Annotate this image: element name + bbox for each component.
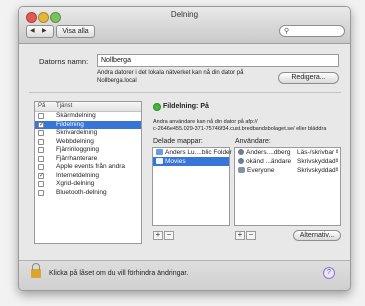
user-row[interactable]: Anders....dberg Läs-/skrivbar ⇕ bbox=[235, 148, 340, 157]
updown-arrows-icon[interactable]: ⇕ bbox=[335, 166, 339, 175]
service-name: Xgrid-delning bbox=[56, 180, 95, 187]
user-icon bbox=[238, 149, 244, 156]
service-row[interactable]: Bluetooth-delning bbox=[35, 189, 141, 198]
folder-icon bbox=[156, 158, 163, 165]
service-row[interactable]: Skrivardelning bbox=[35, 129, 141, 138]
lock-icon[interactable] bbox=[31, 263, 41, 278]
help-icon[interactable]: ? bbox=[323, 267, 335, 279]
service-row[interactable]: Skärmdelning bbox=[35, 112, 141, 121]
shared-folders-list[interactable]: Anders Lu....blic Folder Movies bbox=[152, 147, 232, 226]
service-checkbox[interactable] bbox=[38, 155, 44, 162]
service-row[interactable]: Fjärrhanterare bbox=[35, 155, 141, 164]
service-checkbox[interactable]: ✓ bbox=[38, 121, 44, 128]
service-name: Bluetooth-delning bbox=[56, 188, 107, 196]
footer-bar: Klicka på låset om du vill förhindra änd… bbox=[19, 260, 350, 290]
edit-button[interactable]: Redigera... bbox=[278, 72, 339, 84]
shared-folders-label: Delade mappar: bbox=[153, 138, 203, 145]
users-label: Användare: bbox=[235, 138, 271, 145]
service-checkbox[interactable] bbox=[38, 113, 44, 119]
service-name: Skärmdelning bbox=[56, 112, 96, 119]
column-on[interactable]: På bbox=[38, 102, 45, 111]
user-row[interactable]: Everyone Skrivskyddad ⇕ bbox=[235, 166, 340, 175]
service-name: Skrivardelning bbox=[56, 129, 98, 136]
add-folder-button[interactable]: + bbox=[153, 231, 163, 240]
folder-icon bbox=[156, 149, 163, 156]
options-button[interactable]: Alternativ... bbox=[293, 230, 341, 241]
user-permission-select[interactable]: Skrivskyddad bbox=[297, 166, 336, 175]
sharing-window: Delning ◀ ▶ Visa alla ⚲ Datorns namn: No… bbox=[18, 6, 351, 291]
column-service[interactable]: Tjänst bbox=[56, 102, 72, 111]
services-list[interactable]: På Tjänst Skärmdelning ✓ Fildelning Skrivar… bbox=[34, 101, 142, 244]
search-input[interactable]: ⚲ bbox=[279, 25, 345, 37]
service-row[interactable]: Webbdelning bbox=[35, 138, 141, 147]
service-info-line1: Andra användare kan nå din dator på afp:… bbox=[153, 119, 258, 125]
service-checkbox[interactable] bbox=[38, 189, 44, 196]
services-list-header: På Tjänst bbox=[35, 102, 141, 112]
service-row[interactable]: Fjärrinloggning bbox=[35, 146, 141, 155]
user-permission-select[interactable]: Skrivskyddad bbox=[297, 157, 336, 166]
service-checkbox[interactable]: ✓ bbox=[38, 172, 44, 179]
service-name: Fjärrinloggning bbox=[56, 146, 99, 153]
user-name: okänd ...ändare bbox=[246, 158, 292, 165]
service-name: Fildelning bbox=[56, 120, 84, 128]
title-bar: Delning ◀ ▶ Visa alla ⚲ bbox=[19, 7, 350, 44]
shared-folder-name: Anders Lu....blic Folder bbox=[165, 149, 232, 156]
computer-name-label: Datorns namn: bbox=[39, 57, 89, 66]
service-name: Internetdelning bbox=[56, 171, 100, 179]
service-row[interactable]: ✓ Internetdelning bbox=[35, 172, 141, 181]
service-name: Webbdelning bbox=[56, 137, 94, 145]
service-row[interactable]: ✓ Fildelning bbox=[35, 120, 141, 129]
shared-folder-row[interactable]: Movies bbox=[153, 157, 229, 166]
service-checkbox[interactable] bbox=[38, 130, 44, 136]
lock-message: Klicka på låset om du vill förhindra änd… bbox=[49, 270, 189, 277]
user-row[interactable]: okänd ...ändare Skrivskyddad ⇕ bbox=[235, 157, 340, 166]
updown-arrows-icon[interactable]: ⇕ bbox=[335, 148, 339, 157]
divider bbox=[29, 92, 341, 93]
service-name: Fjärrhanterare bbox=[56, 154, 98, 162]
search-icon: ⚲ bbox=[284, 28, 290, 35]
service-checkbox[interactable] bbox=[38, 181, 44, 187]
show-all-button[interactable]: Visa alla bbox=[56, 25, 95, 38]
service-info-line2: c-2646e455.029-371-75746f34.cust.bredban… bbox=[153, 126, 327, 132]
user-permission-select[interactable]: Läs-/skrivbar bbox=[297, 148, 334, 157]
service-checkbox[interactable] bbox=[38, 147, 44, 153]
remove-user-button[interactable]: − bbox=[246, 231, 256, 240]
service-row[interactable]: Xgrid-delning bbox=[35, 180, 141, 189]
shared-folder-row[interactable]: Anders Lu....blic Folder bbox=[153, 148, 232, 157]
users-list[interactable]: Anders....dberg Läs-/skrivbar ⇕ okänd ...än… bbox=[234, 147, 341, 226]
forward-icon[interactable]: ▶ bbox=[42, 27, 47, 34]
status-indicator-icon bbox=[153, 103, 161, 111]
computer-address-description: Andra datorer i det lokala nätverket kan… bbox=[97, 70, 244, 76]
add-user-button[interactable]: + bbox=[235, 231, 245, 240]
service-status: Fildelning: På bbox=[163, 103, 209, 110]
service-checkbox[interactable] bbox=[38, 164, 44, 170]
service-name: Apple events från andra bbox=[56, 163, 126, 170]
shared-folder-name: Movies bbox=[165, 158, 186, 165]
user-name: Anders....dberg bbox=[246, 149, 291, 156]
service-row[interactable]: Apple events från andra bbox=[35, 163, 141, 172]
window-title: Delning bbox=[170, 10, 199, 19]
user-name: Everyone bbox=[247, 167, 275, 174]
user-icon bbox=[238, 158, 244, 165]
computer-name-field[interactable]: Nollberga bbox=[97, 54, 339, 67]
computer-local-address: Nollberga.local bbox=[97, 78, 137, 84]
service-checkbox[interactable] bbox=[38, 138, 44, 145]
back-icon[interactable]: ◀ bbox=[30, 27, 35, 34]
updown-arrows-icon[interactable]: ⇕ bbox=[335, 157, 339, 166]
back-forward-buttons[interactable]: ◀ ▶ bbox=[26, 25, 54, 38]
remove-folder-button[interactable]: − bbox=[164, 231, 174, 240]
group-icon bbox=[238, 167, 245, 174]
